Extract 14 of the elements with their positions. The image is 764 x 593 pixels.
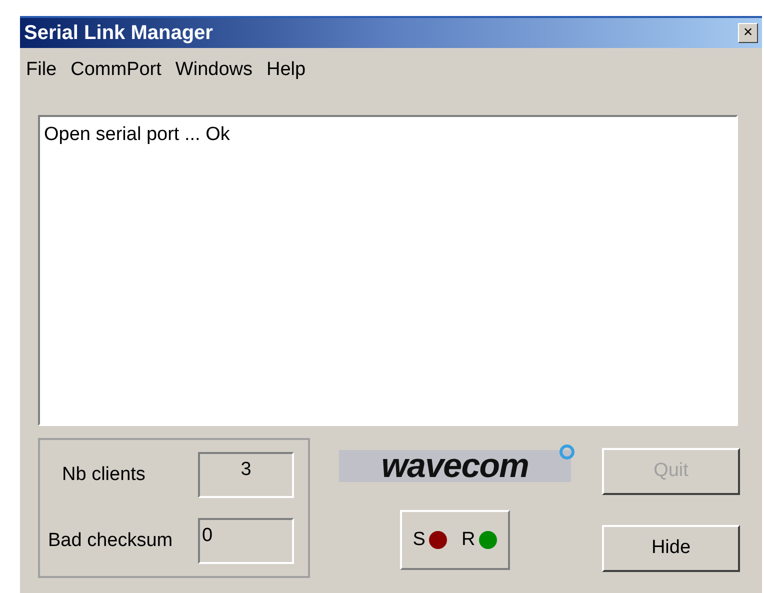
close-button[interactable]: × [738, 23, 758, 43]
log-line: Open serial port ... Ok [44, 123, 231, 147]
menu-item[interactable]: CommPort [66, 56, 166, 88]
stat-field: 0 [198, 518, 294, 564]
led-label: S [412, 528, 426, 552]
menu-item[interactable]: File [22, 56, 61, 88]
stat-label: Bad checksum [48, 528, 174, 553]
stat-field: 3 [198, 452, 294, 498]
menu-item[interactable]: Windows [171, 56, 256, 88]
window-title: Serial Link Manager [24, 21, 213, 46]
menu-item[interactable]: Help [262, 56, 310, 88]
led-label: R [461, 528, 476, 552]
stat-label: Nb clients [61, 462, 146, 487]
hide-button[interactable]: Hide [602, 525, 740, 572]
